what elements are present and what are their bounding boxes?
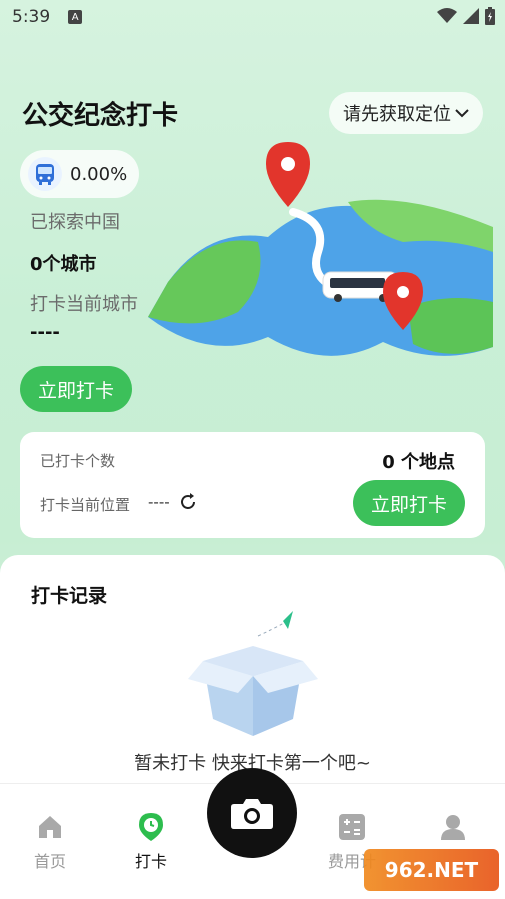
- city-count: 0个城市: [30, 254, 97, 275]
- tab-home-label: 首页: [33, 852, 66, 871]
- checkin-count-label: 已打卡个数: [40, 452, 116, 470]
- chevron-down-icon: [455, 109, 469, 118]
- current-location-value: ----: [148, 493, 170, 511]
- checkin-button-primary[interactable]: 立即打卡: [20, 366, 132, 412]
- bus-icon: [28, 157, 62, 191]
- wifi-icon: [437, 8, 457, 23]
- explored-percent: 0.00%: [70, 163, 128, 185]
- current-location: ----: [148, 492, 198, 512]
- notification-a-icon: A: [68, 10, 83, 24]
- camera-icon: [231, 799, 273, 829]
- empty-box-icon: [188, 611, 318, 736]
- user-icon: [438, 812, 468, 842]
- tab-checkin[interactable]: 打卡: [106, 812, 196, 872]
- signal-icon: [463, 8, 479, 24]
- current-city-value: ----: [30, 322, 60, 343]
- records-title: 打卡记录: [31, 585, 108, 607]
- tab-profile[interactable]: [408, 812, 498, 848]
- page-title: 公交纪念打卡: [22, 101, 179, 131]
- location-clock-icon: [136, 812, 166, 842]
- calculator-icon: [337, 812, 367, 842]
- status-icons: [437, 7, 495, 25]
- current-location-label: 打卡当前位置: [40, 496, 131, 514]
- tab-checkin-label: 打卡: [134, 852, 167, 871]
- status-time: 5:39: [12, 7, 51, 27]
- location-button-label: 请先获取定位: [343, 104, 451, 125]
- checkin-count-value: 0 个地点: [382, 452, 455, 473]
- status-bar: 5:39 A: [0, 0, 505, 34]
- camera-button[interactable]: [207, 768, 297, 858]
- battery-icon: [485, 7, 495, 25]
- current-city-label: 打卡当前城市: [30, 294, 138, 315]
- map-illustration: [148, 142, 493, 356]
- home-icon: [35, 812, 65, 842]
- checkin-button-secondary[interactable]: 立即打卡: [353, 480, 465, 526]
- get-location-button[interactable]: 请先获取定位: [329, 92, 483, 134]
- explored-label: 已探索中国: [30, 212, 120, 233]
- explored-percent-pill: 0.00%: [20, 150, 140, 198]
- watermark-logo: 962.NET: [364, 849, 499, 891]
- checkin-stats-card: 已打卡个数 0 个地点 打卡当前位置 ---- 立即打卡: [20, 432, 485, 538]
- tab-home[interactable]: 首页: [5, 812, 95, 872]
- refresh-icon[interactable]: [178, 492, 198, 512]
- map-pin-icon: [266, 142, 310, 207]
